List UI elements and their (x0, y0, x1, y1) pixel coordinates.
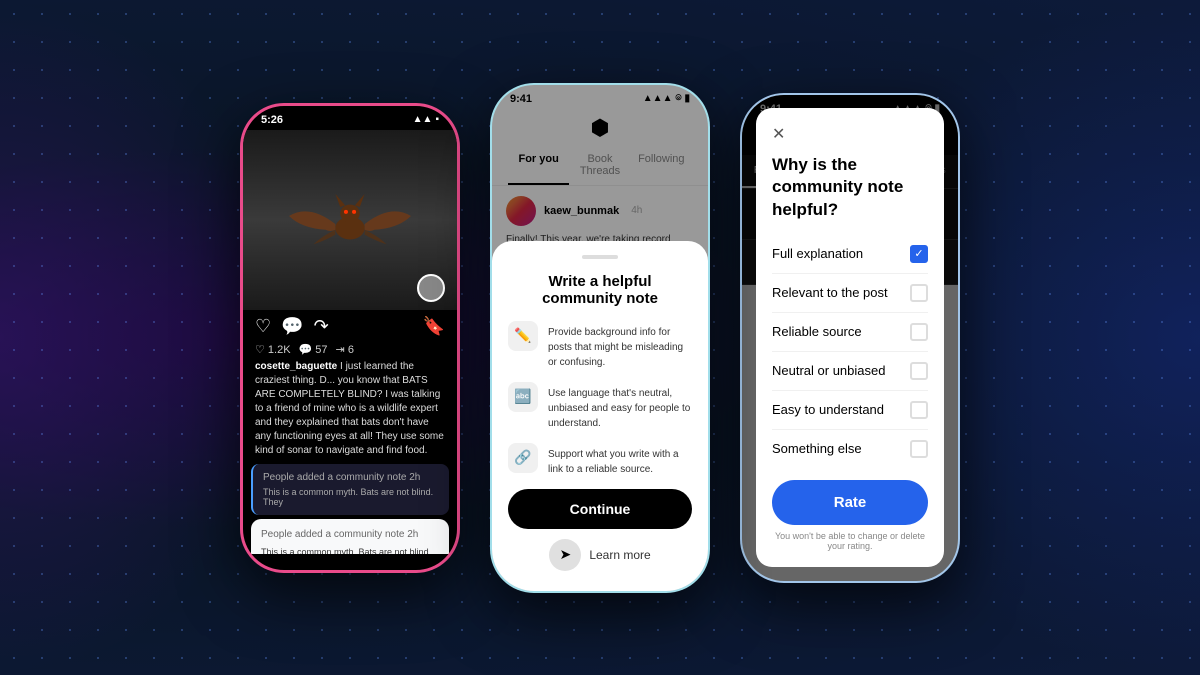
option-full-explanation[interactable]: Full explanation (772, 235, 928, 274)
status-icons-left: ▲▲ ▪ (413, 114, 439, 125)
option-relevant[interactable]: Relevant to the post (772, 274, 928, 313)
bat-image (243, 130, 457, 310)
note-preview-time: 2h (409, 472, 420, 483)
bookmark-icon[interactable]: 🔖 (423, 316, 445, 337)
note-preview-text: This is a common myth. Bats are not blin… (263, 487, 439, 507)
ig-actions: ♡ 💬 ↷ 🔖 (243, 310, 457, 343)
status-time-left: 5:26 (261, 114, 283, 126)
instagram-content: ♡ 💬 ↷ 🔖 ♡ 1.2K 💬 57 ⇥ 6 cosette_baguette… (243, 130, 457, 554)
modal-item-text-1: Use language that's neutral, unbiased an… (548, 382, 692, 431)
checkbox-0[interactable] (910, 245, 928, 263)
option-easy[interactable]: Easy to understand (772, 391, 928, 430)
modal-handle (582, 255, 618, 259)
phone-instagram: 5:26 ▲▲ ▪ (240, 103, 460, 573)
learn-more-label[interactable]: Learn more (589, 548, 650, 562)
option-label-2: Reliable source (772, 324, 862, 339)
option-label-1: Relevant to the post (772, 285, 888, 300)
phones-container: 5:26 ▲▲ ▪ (0, 0, 1200, 675)
ig-caption: cosette_baguette I just learned the craz… (243, 360, 457, 464)
post-caption-left: I just learned the craziest thing. D... … (255, 361, 444, 456)
modal-item-1: 🔤 Use language that's neutral, unbiased … (508, 382, 692, 431)
continue-button[interactable]: Continue (508, 489, 692, 529)
option-label-4: Easy to understand (772, 402, 884, 417)
checkbox-3[interactable] (910, 362, 928, 380)
avatar-left (417, 274, 445, 302)
comment-icon[interactable]: 💬 (281, 316, 303, 337)
post-username-left: cosette_baguette (255, 361, 337, 372)
modal-icon-1: 🔤 (508, 382, 538, 412)
rate-button[interactable]: Rate (772, 480, 928, 525)
note-full-body: This is a common myth. Bats are not blin… (261, 546, 439, 554)
modal-item-0: ✏️ Provide background info for posts tha… (508, 321, 692, 370)
status-bar-left: 5:26 ▲▲ ▪ (243, 106, 457, 130)
comment-count: 💬 57 (299, 343, 328, 356)
modal-title: Write a helpful community note (508, 273, 692, 307)
community-note-preview: People added a community note 2h This is… (251, 464, 449, 515)
rate-note: You won't be able to change or delete yo… (772, 531, 928, 551)
option-neutral[interactable]: Neutral or unbiased (772, 352, 928, 391)
note-full-header: People added a community note 2h (261, 529, 439, 540)
note-preview-title: People added a community note 2h (263, 472, 439, 483)
option-label-3: Neutral or unbiased (772, 363, 885, 378)
checkbox-4[interactable] (910, 401, 928, 419)
why-close-icon[interactable]: ✕ (772, 124, 928, 144)
modal-icon-2: 🔗 (508, 443, 538, 473)
learn-more-row: ➤ Learn more (508, 539, 692, 571)
option-label-5: Something else (772, 441, 862, 456)
checkbox-1[interactable] (910, 284, 928, 302)
checkbox-2[interactable] (910, 323, 928, 341)
option-something-else[interactable]: Something else (772, 430, 928, 468)
checkbox-5[interactable] (910, 440, 928, 458)
community-note-full: People added a community note 2h This is… (251, 519, 449, 554)
phone-threads: 9:41 ▲▲▲ ⌾ ▮ ⬢ For you Book Threads Foll… (490, 83, 710, 593)
modal-item-2: 🔗 Support what you write with a link to … (508, 443, 692, 477)
like-count: ♡ 1.2K (255, 343, 291, 356)
signal-icon-left: ▲▲ (413, 114, 433, 125)
modal-overlay: Write a helpful community note ✏️ Provid… (492, 85, 708, 591)
battery-icon-left: ▪ (435, 114, 439, 125)
ig-counts: ♡ 1.2K 💬 57 ⇥ 6 (243, 343, 457, 360)
why-helpful-modal: ✕ Why is the community note helpful? Ful… (742, 95, 958, 581)
modal-item-text-2: Support what you write with a link to a … (548, 443, 692, 477)
write-note-modal: Write a helpful community note ✏️ Provid… (492, 241, 708, 591)
why-sheet: ✕ Why is the community note helpful? Ful… (756, 108, 944, 566)
why-title: Why is the community note helpful? (772, 154, 928, 220)
phone-meta: 9:41 ▲▲▲ ⌾ ▮ ✕ ⊕ Meta Rate notes Your ra… (740, 93, 960, 583)
like-icon[interactable]: ♡ (255, 316, 271, 337)
modal-item-text-0: Provide background info for posts that m… (548, 321, 692, 370)
option-reliable-source[interactable]: Reliable source (772, 313, 928, 352)
note-full-time: 2h (407, 529, 418, 540)
share-count: ⇥ 6 (336, 343, 354, 356)
share-icon[interactable]: ↷ (314, 316, 329, 337)
option-label-0: Full explanation (772, 246, 863, 261)
bat-svg (285, 170, 415, 270)
modal-icon-0: ✏️ (508, 321, 538, 351)
back-button[interactable]: ➤ (549, 539, 581, 571)
